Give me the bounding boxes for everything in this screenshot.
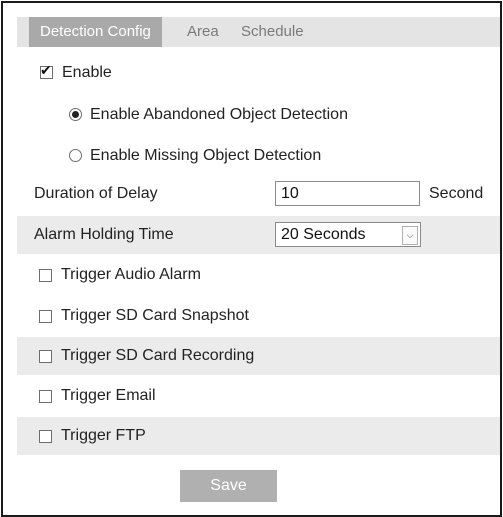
duration-of-delay-input[interactable] xyxy=(275,181,420,206)
trigger-sd-snapshot-row: Trigger SD Card Snapshot xyxy=(17,297,500,335)
trigger-ftp-row: Trigger FTP xyxy=(17,417,500,455)
tab-bar: Detection Config Area Schedule xyxy=(17,17,500,47)
trigger-audio-alarm-row: Trigger Audio Alarm xyxy=(17,256,500,294)
duration-of-delay-label: Duration of Delay xyxy=(34,185,158,202)
trigger-sd-snapshot-checkbox[interactable] xyxy=(39,310,52,323)
trigger-audio-alarm-checkbox[interactable] xyxy=(39,269,52,282)
radio-row-missing: Enable Missing Object Detection xyxy=(17,136,500,174)
abandoned-object-label: Enable Abandoned Object Detection xyxy=(90,106,348,123)
checkmark-icon: ✔ xyxy=(40,63,52,79)
missing-object-label: Enable Missing Object Detection xyxy=(90,147,322,164)
trigger-ftp-label: Trigger FTP xyxy=(61,427,146,444)
alarm-holding-time-value: 20 Seconds xyxy=(281,226,366,243)
trigger-audio-alarm-label: Trigger Audio Alarm xyxy=(61,266,201,283)
radio-row-abandoned: Enable Abandoned Object Detection xyxy=(17,95,500,133)
tab-area[interactable]: Area xyxy=(187,17,219,47)
abandoned-object-radio[interactable] xyxy=(69,108,82,121)
chevron-down-icon[interactable]: ⌵ xyxy=(402,226,418,245)
trigger-sd-recording-row: Trigger SD Card Recording xyxy=(17,337,500,375)
save-button[interactable]: Save xyxy=(180,470,277,502)
trigger-email-checkbox[interactable] xyxy=(39,390,52,403)
duration-of-delay-row: Duration of Delay Second xyxy=(17,175,500,213)
enable-row: ✔ Enable xyxy=(17,54,500,92)
tab-schedule[interactable]: Schedule xyxy=(241,17,304,47)
enable-checkbox[interactable]: ✔ xyxy=(40,63,53,79)
alarm-holding-time-select[interactable]: 20 Seconds ⌵ xyxy=(275,222,421,247)
trigger-sd-recording-checkbox[interactable] xyxy=(39,350,52,363)
duration-unit-label: Second xyxy=(429,185,484,202)
trigger-sd-snapshot-label: Trigger SD Card Snapshot xyxy=(61,307,249,324)
alarm-holding-time-row: Alarm Holding Time 20 Seconds ⌵ xyxy=(17,216,500,254)
missing-object-radio[interactable] xyxy=(69,149,82,162)
tab-detection-config[interactable]: Detection Config xyxy=(29,17,162,47)
radio-selected-dot xyxy=(72,111,79,118)
trigger-ftp-checkbox[interactable] xyxy=(39,430,52,443)
trigger-email-label: Trigger Email xyxy=(61,387,156,404)
trigger-sd-recording-label: Trigger SD Card Recording xyxy=(61,347,255,364)
alarm-holding-time-label: Alarm Holding Time xyxy=(34,226,174,243)
enable-label: Enable xyxy=(62,64,112,81)
trigger-email-row: Trigger Email xyxy=(17,377,500,415)
